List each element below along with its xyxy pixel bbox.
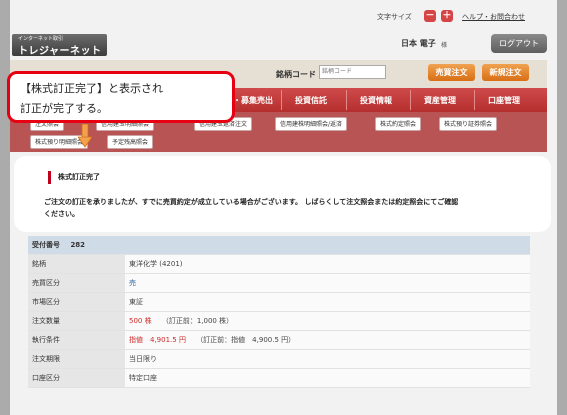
nav-public-offering[interactable]: ・募集売出	[233, 95, 273, 106]
side-label: 売買区分	[28, 273, 125, 293]
table-row: 口座区分 特定口座	[28, 368, 530, 388]
market-label: 市場区分	[28, 292, 125, 312]
condition-previous: （訂正前：指値 4,900.5 円）	[196, 336, 296, 344]
callout-line-1: 【株式訂正完了】と表示され	[20, 82, 163, 95]
account-label: 口座区分	[28, 368, 125, 388]
user-honorific: 様	[441, 42, 448, 49]
table-row: 銘柄 東洋化学 (4201)	[28, 254, 530, 274]
message-line-1: ご注文の訂正を承りましたが、すでに売買約定が成立している場合がございます。 しば…	[44, 198, 459, 206]
account-value: 特定口座	[125, 368, 530, 388]
down-arrow-icon	[78, 124, 92, 148]
font-increase-button[interactable]: ＋	[441, 10, 453, 22]
treasure-net-logo[interactable]: インターネット取引 トレジャーネット	[12, 34, 107, 57]
message-line-2: ください。	[44, 210, 79, 218]
period-label: 注文期限	[28, 349, 125, 369]
table-row: 市場区分 東証	[28, 292, 530, 312]
font-decrease-button[interactable]: －	[424, 10, 436, 22]
new-order-button[interactable]: 新規注文	[482, 64, 529, 81]
title-accent-bar	[48, 171, 51, 184]
condition-label: 執行条件	[28, 330, 125, 350]
nav-divider	[281, 90, 282, 110]
subnav-margin-detail-repayment[interactable]: 信用建株明細照会/返済	[275, 117, 348, 131]
table-row: 受付番号 282	[28, 236, 530, 255]
condition-cell: 指値 4,901.5 円 （訂正前：指値 4,900.5 円）	[125, 330, 530, 350]
logo-title: トレジャーネット	[18, 46, 102, 57]
condition-value: 指値 4,901.5 円	[129, 336, 186, 344]
side-cell: 売	[125, 273, 530, 293]
receipt-number-value: 282	[70, 241, 86, 249]
stock-code-input[interactable]	[319, 65, 386, 79]
nav-asset-management[interactable]: 資産管理	[424, 95, 456, 106]
period-value: 当日限り	[125, 349, 530, 369]
subnav-scheduled-balance-inquiry[interactable]: 予定残高照会	[107, 135, 154, 149]
help-contact-link[interactable]: ヘルプ・お問合わせ	[462, 12, 525, 22]
logout-button[interactable]: ログアウト	[491, 34, 547, 53]
stock-value: 東洋化学 (4201)	[125, 254, 530, 274]
buy-sell-order-button[interactable]: 売買注文	[428, 64, 475, 81]
callout-line-2: 訂正が完了する。	[20, 102, 108, 115]
nav-divider	[474, 90, 475, 110]
nav-investment-info[interactable]: 投資情報	[360, 95, 392, 106]
user-name: 日本 電子	[401, 39, 436, 48]
font-size-label: 文字サイズ	[377, 13, 412, 21]
quantity-label: 注文数量	[28, 311, 125, 331]
table-row: 注文期限 当日限り	[28, 349, 530, 369]
table-row: 注文数量 500 株 （訂正前：1,000 株）	[28, 311, 530, 331]
subnav-deposit-securities-inquiry[interactable]: 株式預り証券照会	[439, 117, 498, 131]
table-row: 売買区分 売	[28, 273, 530, 293]
logo-subtitle: インターネット取引	[18, 36, 64, 42]
quantity-cell: 500 株 （訂正前：1,000 株）	[125, 311, 530, 331]
message-title: 株式訂正完了	[58, 173, 100, 181]
stock-label: 銘柄	[28, 254, 125, 274]
nav-investment-trust[interactable]: 投資信託	[295, 95, 327, 106]
receipt-number-label: 受付番号	[32, 241, 60, 249]
market-value: 東証	[125, 292, 530, 312]
side-value: 売	[129, 279, 136, 287]
quantity-previous: （訂正前：1,000 株）	[161, 317, 234, 325]
nav-account-management[interactable]: 口座管理	[488, 95, 520, 106]
stock-code-label: 銘柄コード	[276, 70, 316, 79]
receipt-number-cell: 受付番号 282	[28, 236, 530, 255]
message-body: ご注文の訂正を承りましたが、すでに売買約定が成立している場合がございます。 しば…	[44, 196, 544, 220]
nav-divider	[346, 90, 347, 110]
subnav-execution-inquiry[interactable]: 株式約定照会	[375, 117, 422, 131]
table-row: 執行条件 指値 4,901.5 円 （訂正前：指値 4,900.5 円）	[28, 330, 530, 350]
instruction-callout: 【株式訂正完了】と表示され 訂正が完了する。	[7, 71, 235, 123]
completion-message-card: 株式訂正完了 ご注文の訂正を承りましたが、すでに売買約定が成立している場合がござ…	[14, 156, 551, 232]
nav-divider	[410, 90, 411, 110]
quantity-value: 500 株	[129, 317, 152, 325]
order-details-table: 受付番号 282 銘柄 東洋化学 (4201) 売買区分 売 市場区分 東証 注…	[28, 236, 530, 388]
